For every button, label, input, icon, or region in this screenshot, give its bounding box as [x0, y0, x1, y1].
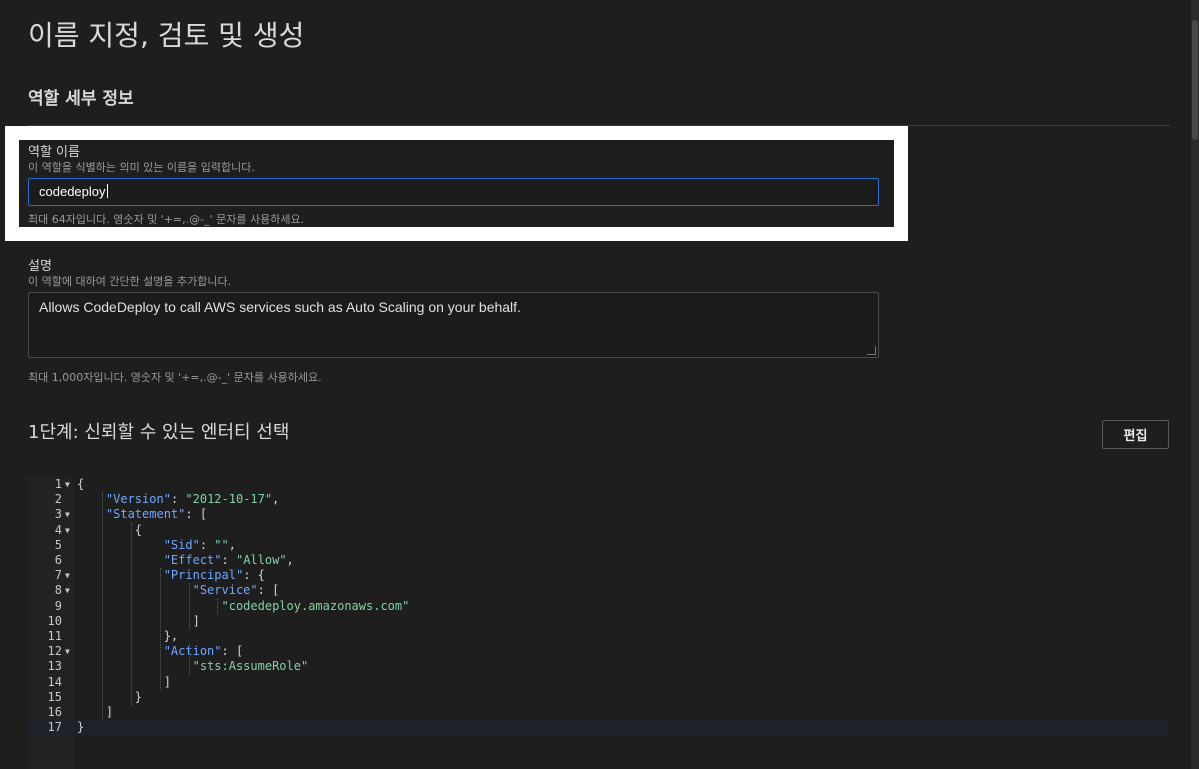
fold-toggle-icon[interactable]: ▼: [65, 507, 70, 522]
section-title-role-details: 역할 세부 정보: [28, 89, 134, 109]
code-text: "Service": [: [192, 583, 280, 598]
code-text: },: [77, 629, 179, 643]
page-title: 이름 지정, 검토 및 생성: [28, 19, 305, 52]
code-line[interactable]: 4 ▼ {: [28, 523, 1168, 538]
code-line[interactable]: 11 },: [28, 629, 1168, 644]
line-number: 11: [47, 629, 62, 643]
description-textarea[interactable]: Allows CodeDeploy to call AWS services s…: [28, 292, 879, 358]
line-number: 5: [54, 537, 62, 552]
indent-guide: [159, 568, 161, 690]
code-text: ]: [77, 705, 114, 719]
page-scrollbar[interactable]: [1191, 0, 1199, 769]
code-line[interactable]: 15 }: [28, 690, 1168, 705]
code-text: ]: [77, 613, 200, 628]
indent-guide: [101, 492, 103, 721]
code-line[interactable]: 12 ▼ "Action": [: [28, 644, 1168, 659]
line-number: 13: [47, 659, 62, 674]
line-number: 12: [47, 644, 62, 659]
fold-toggle-icon[interactable]: ▼: [65, 523, 70, 538]
description-value: Allows CodeDeploy to call AWS services s…: [39, 299, 521, 315]
description-help: 이 역할에 대하여 간단한 설명을 추가합니다.: [28, 275, 232, 288]
code-line[interactable]: 13 "sts:AssumeRole": [28, 659, 1168, 674]
role-name-label: 역할 이름: [28, 145, 80, 160]
line-number: 15: [47, 689, 62, 704]
line-number: 4: [54, 522, 62, 537]
code-text: "Statement": [: [105, 507, 208, 522]
code-text: }: [77, 689, 143, 704]
code-text: "Version": "2012-10-17",: [105, 492, 280, 507]
code-line[interactable]: 8 ▼ "Service": [: [28, 583, 1168, 598]
code-text: {: [77, 522, 143, 537]
code-text: "sts:AssumeRole": [192, 659, 309, 674]
role-name-value: codedeploy: [39, 184, 106, 199]
indent-guide: [188, 583, 190, 629]
fold-toggle-icon[interactable]: ▼: [65, 644, 70, 659]
fold-toggle-icon[interactable]: ▼: [65, 583, 70, 598]
line-number: 16: [47, 705, 62, 719]
role-name-help: 이 역할을 식별하는 의미 있는 이름을 입력합니다.: [28, 161, 255, 174]
code-text: {: [77, 477, 85, 491]
line-number: 8: [54, 583, 62, 598]
line-number: 14: [47, 674, 62, 689]
trust-policy-editor[interactable]: 1 ▼{2 "Version": "2012-10-17", 3 ▼ "Stateme…: [28, 477, 1168, 769]
code-line[interactable]: 1 ▼ {: [28, 477, 1168, 492]
line-number: 7: [54, 568, 62, 583]
indent-guide: [130, 522, 132, 705]
resize-handle-icon[interactable]: [867, 346, 876, 355]
code-line[interactable]: 5 "Sid": "",: [28, 538, 1168, 553]
role-name-input[interactable]: codedeploy: [28, 178, 879, 206]
step1-title: 1단계: 신뢰할 수 있는 엔터티 선택: [28, 422, 290, 443]
code-line[interactable]: 7 ▼ "Principal": {: [28, 568, 1168, 583]
text-caret: [106, 184, 108, 198]
code-line[interactable]: 3 ▼ "Statement": [: [28, 507, 1168, 522]
code-line[interactable]: 14 ]: [28, 675, 1168, 690]
code-line[interactable]: 2 "Version": "2012-10-17",: [28, 492, 1168, 507]
indent-guide: [217, 598, 219, 614]
line-number: 1: [54, 477, 62, 491]
line-number: 6: [54, 553, 62, 567]
code-text: ]: [77, 674, 171, 689]
role-name-constraint: 최대 64자입니다. 영숫자 및 '+=,.@-_' 문자를 사용하세요.: [28, 213, 305, 226]
fold-toggle-icon[interactable]: ▼: [65, 477, 70, 492]
description-constraint: 최대 1,000자입니다. 영숫자 및 '+=,.@-_' 문자를 사용하세요.: [28, 371, 322, 384]
description-label: 설명: [28, 259, 52, 274]
edit-button[interactable]: 편집: [1102, 420, 1169, 449]
code-line[interactable]: 10 ]: [28, 614, 1168, 629]
code-text: }: [77, 720, 85, 735]
line-number: 2: [54, 492, 62, 507]
line-number: 3: [54, 507, 62, 522]
code-line[interactable]: 16 ]: [28, 705, 1168, 720]
code-line[interactable]: 9 "codedeploy.amazonaws.com": [28, 599, 1168, 614]
code-text: "codedeploy.amazonaws.com": [221, 598, 410, 613]
line-number: 17: [47, 720, 62, 735]
create-role-page: 이름 지정, 검토 및 생성 역할 세부 정보 역할 이름 이 역할을 식별하는…: [0, 0, 1199, 769]
code-line[interactable]: 6 "Effect": "Allow",: [28, 553, 1168, 568]
code-text: "Effect": "Allow",: [163, 553, 294, 567]
code-line[interactable]: 17}: [28, 720, 1168, 736]
code-text: "Sid": "",: [163, 537, 236, 552]
code-text: "Principal": {: [163, 568, 265, 583]
line-number: 10: [47, 613, 62, 628]
line-number: 9: [54, 598, 62, 613]
indent-guide: [188, 644, 190, 675]
fold-toggle-icon[interactable]: ▼: [65, 568, 70, 583]
scrollbar-thumb[interactable]: [1192, 20, 1198, 140]
